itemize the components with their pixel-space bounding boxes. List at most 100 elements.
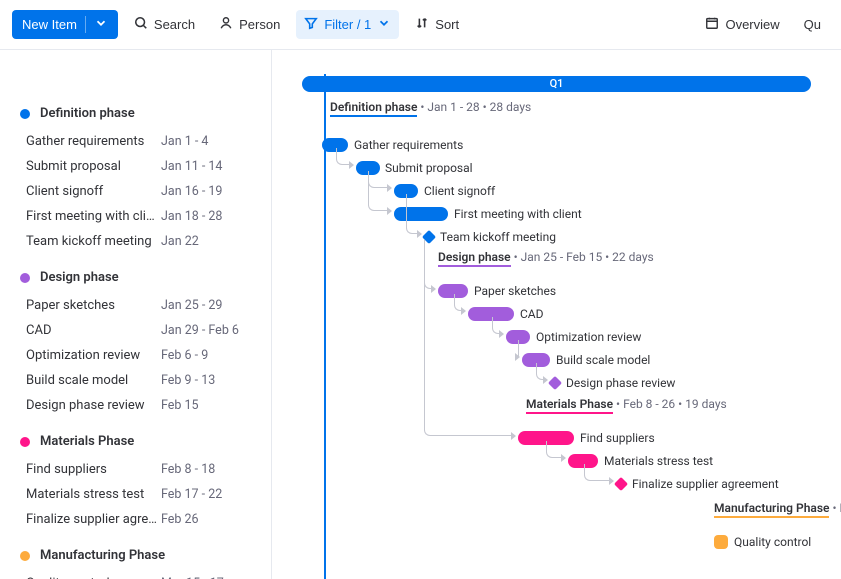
task-row[interactable]: Optimization reviewFeb 6 - 9 bbox=[0, 343, 271, 368]
gantt-bar-label: Build scale model bbox=[556, 353, 650, 367]
search-icon bbox=[134, 16, 148, 33]
task-name: Materials stress test bbox=[26, 487, 161, 502]
group-header[interactable]: Definition phase bbox=[0, 98, 271, 129]
task-row[interactable]: Submit proposalJan 11 - 14 bbox=[0, 154, 271, 179]
group-header[interactable]: Manufacturing Phase bbox=[0, 540, 271, 571]
task-row[interactable]: Design phase reviewFeb 15 bbox=[0, 393, 271, 418]
chevron-down-icon bbox=[85, 16, 108, 33]
task-name: Optimization review bbox=[26, 348, 161, 363]
person-button[interactable]: Person bbox=[211, 10, 288, 39]
gantt-chart[interactable]: Q1 Definition phase • Jan 1 - 28 • 28 da… bbox=[272, 50, 841, 579]
task-row[interactable]: Team kickoff meetingJan 22 bbox=[0, 229, 271, 254]
search-label: Search bbox=[154, 17, 195, 32]
task-date: Jan 16 - 19 bbox=[161, 184, 251, 199]
group-color-dot bbox=[20, 109, 30, 119]
group-header[interactable]: Materials Phase bbox=[0, 426, 271, 457]
new-item-button[interactable]: New Item bbox=[12, 10, 118, 39]
sort-button[interactable]: Sort bbox=[407, 10, 467, 39]
person-label: Person bbox=[239, 17, 280, 32]
task-name: Finalize supplier agreement bbox=[26, 512, 161, 527]
dependency-arrow bbox=[543, 376, 548, 384]
task-name: Build scale model bbox=[26, 373, 161, 388]
today-line bbox=[324, 74, 326, 579]
group-materials: Materials PhaseFind suppliersFeb 8 - 18M… bbox=[0, 426, 271, 540]
filter-label: Filter / 1 bbox=[324, 17, 371, 32]
gantt-milestone[interactable] bbox=[548, 376, 562, 390]
task-date: Jan 11 - 14 bbox=[161, 159, 251, 174]
gantt-bar-label: Optimization review bbox=[536, 330, 641, 344]
dependency-line bbox=[406, 194, 418, 234]
task-date: Jan 1 - 4 bbox=[161, 134, 251, 149]
group-name: Design phase bbox=[40, 270, 119, 285]
dependency-arrow bbox=[511, 432, 516, 440]
task-date: Feb 9 - 13 bbox=[161, 373, 251, 388]
chevron-down-icon bbox=[377, 16, 391, 33]
gantt-bar-label: Quality control bbox=[734, 535, 811, 549]
group-name: Materials Phase bbox=[40, 434, 134, 449]
group-name: Manufacturing Phase bbox=[40, 548, 165, 563]
filter-icon bbox=[304, 16, 318, 33]
dependency-line bbox=[424, 240, 512, 436]
task-row[interactable]: CADJan 29 - Feb 6 bbox=[0, 318, 271, 343]
dependency-line bbox=[368, 171, 388, 211]
group-color-dot bbox=[20, 551, 30, 561]
gantt-group-header[interactable]: Definition phase • Jan 1 - 28 • 28 days bbox=[330, 100, 531, 117]
task-list-panel: Definition phase Gather requirementsJan 1… bbox=[0, 50, 272, 579]
task-name: Design phase review bbox=[26, 398, 161, 413]
gantt-bar-label: Finalize supplier agreement bbox=[632, 477, 779, 491]
dependency-line bbox=[336, 148, 350, 165]
task-row[interactable]: Client signoffJan 16 - 19 bbox=[0, 179, 271, 204]
quarter-label: Qu bbox=[804, 17, 821, 32]
task-row[interactable]: First meeting with clientJan 18 - 28 bbox=[0, 204, 271, 229]
group-name: Definition phase bbox=[40, 106, 135, 121]
task-row[interactable]: Quality controlMar 15 - 17 bbox=[0, 571, 271, 579]
dependency-arrow bbox=[515, 353, 520, 361]
task-date: Jan 25 - 29 bbox=[161, 298, 251, 313]
group-color-dot bbox=[20, 273, 30, 283]
task-row[interactable]: Find suppliersFeb 8 - 18 bbox=[0, 457, 271, 482]
group-manufacturing: Manufacturing Phase Quality controlMar 15… bbox=[0, 540, 271, 579]
quarter-button[interactable]: Qu bbox=[796, 11, 829, 38]
task-date: Feb 15 bbox=[161, 398, 251, 413]
overview-button[interactable]: Overview bbox=[697, 10, 787, 39]
person-icon bbox=[219, 16, 233, 33]
task-name: Team kickoff meeting bbox=[26, 234, 161, 249]
task-row[interactable]: Finalize supplier agreementFeb 26 bbox=[0, 507, 271, 532]
task-name: Submit proposal bbox=[26, 159, 161, 174]
toolbar: New Item Search Person Filter / 1 Sort O… bbox=[0, 0, 841, 50]
new-item-label: New Item bbox=[22, 17, 77, 32]
gantt-group-header[interactable]: Materials Phase • Feb 8 - 26 • 19 days bbox=[526, 397, 727, 414]
task-date: Jan 29 - Feb 6 bbox=[161, 323, 251, 338]
group-header[interactable]: Design phase bbox=[0, 262, 271, 293]
gantt-bar-label: CAD bbox=[520, 307, 544, 321]
overview-label: Overview bbox=[725, 17, 779, 32]
dependency-arrow bbox=[561, 454, 566, 462]
filter-button[interactable]: Filter / 1 bbox=[296, 10, 399, 39]
task-name: Client signoff bbox=[26, 184, 161, 199]
task-row[interactable]: Build scale modelFeb 9 - 13 bbox=[0, 368, 271, 393]
gantt-bar[interactable] bbox=[394, 207, 448, 221]
task-date: Jan 22 bbox=[161, 234, 251, 249]
gantt-bar-label: Client signoff bbox=[424, 184, 495, 198]
task-name: CAD bbox=[26, 323, 161, 338]
gantt-bar[interactable] bbox=[714, 535, 728, 549]
gantt-bar-label: Materials stress test bbox=[604, 454, 713, 468]
dependency-line bbox=[584, 464, 610, 481]
dependency-line bbox=[546, 441, 562, 458]
gantt-milestone[interactable] bbox=[614, 477, 628, 491]
task-row[interactable]: Paper sketchesJan 25 - 29 bbox=[0, 293, 271, 318]
search-button[interactable]: Search bbox=[126, 10, 203, 39]
group-definition: Definition phase Gather requirementsJan 1… bbox=[0, 98, 271, 262]
calendar-icon bbox=[705, 16, 719, 33]
dependency-arrow bbox=[349, 161, 354, 169]
task-row[interactable]: Materials stress testFeb 17 - 22 bbox=[0, 482, 271, 507]
task-row[interactable]: Gather requirementsJan 1 - 4 bbox=[0, 129, 271, 154]
task-date: Feb 8 - 18 bbox=[161, 462, 251, 477]
gantt-bar-label: Gather requirements bbox=[354, 138, 463, 152]
gantt-group-header[interactable]: Manufacturing Phase • Mar 1 bbox=[714, 501, 841, 518]
sort-label: Sort bbox=[435, 17, 459, 32]
task-date: Jan 18 - 28 bbox=[161, 209, 251, 224]
task-date: Feb 17 - 22 bbox=[161, 487, 251, 502]
group-design: Design phasePaper sketchesJan 25 - 29CAD… bbox=[0, 262, 271, 426]
gantt-bar-label: Design phase review bbox=[566, 376, 675, 390]
